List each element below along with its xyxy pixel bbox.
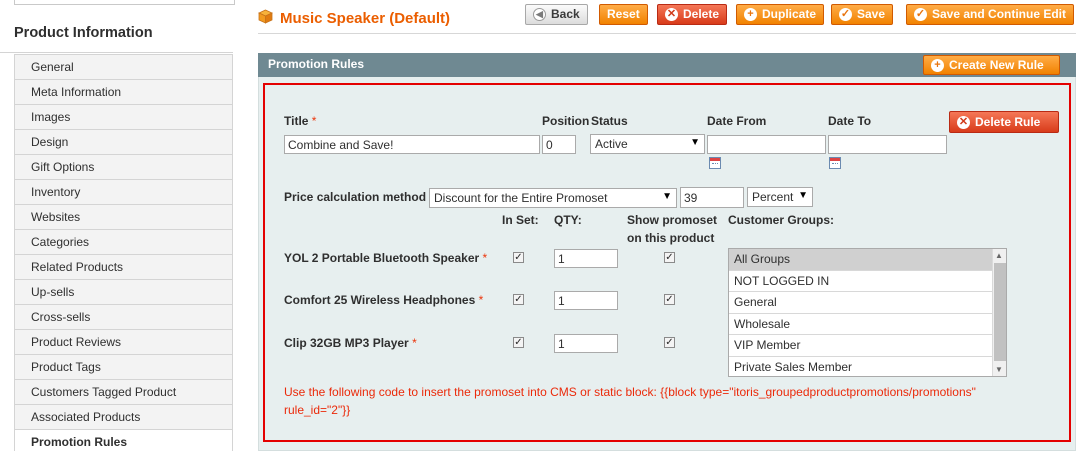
- date-from-label: Date From: [707, 114, 767, 128]
- panel-title: Promotion Rules: [268, 57, 365, 71]
- back-button[interactable]: ◀ Back: [525, 4, 588, 25]
- sidebar-item-websites[interactable]: Websites: [15, 205, 232, 230]
- list-item[interactable]: NOT LOGGED IN: [729, 271, 992, 292]
- duplicate-button[interactable]: + Duplicate: [736, 4, 825, 25]
- product-name: Comfort 25 Wireless Headphones *: [284, 293, 484, 307]
- sidebar-item-cross-sells[interactable]: Cross-sells: [15, 305, 232, 330]
- delete-rule-button[interactable]: ✕ Delete Rule: [949, 111, 1059, 133]
- sidebar-title: Product Information: [14, 25, 153, 41]
- save-button-label: Save: [857, 7, 886, 21]
- sidebar-item-up-sells[interactable]: Up-sells: [15, 280, 232, 305]
- scroll-up-icon[interactable]: ▲: [995, 251, 1003, 260]
- chevron-down-icon: ▼: [662, 191, 672, 202]
- customer-groups-label: Customer Groups:: [728, 213, 835, 227]
- sidebar-item-product-tags[interactable]: Product Tags: [15, 355, 232, 380]
- status-label: Status: [591, 114, 628, 128]
- sidebar-item-related-products[interactable]: Related Products: [15, 255, 232, 280]
- sidebar-tabs: General Meta Information Images Design G…: [14, 54, 233, 451]
- sidebar-item-customers-tagged-product[interactable]: Customers Tagged Product: [15, 380, 232, 405]
- sidebar-item-associated-products[interactable]: Associated Products: [15, 405, 232, 430]
- qty-input[interactable]: [554, 291, 618, 310]
- list-item[interactable]: VIP Member: [729, 335, 992, 357]
- sidebar-item-images[interactable]: Images: [15, 105, 232, 130]
- list-item[interactable]: All Groups: [729, 249, 992, 271]
- title-label: Title *: [284, 114, 317, 128]
- back-arrow-icon: ◀: [533, 8, 546, 21]
- sidebar-divider: [0, 52, 233, 53]
- in-set-checkbox[interactable]: ✓: [513, 252, 524, 263]
- cms-block-code-note: Use the following code to insert the pro…: [284, 385, 976, 417]
- price-method-label: Price calculation method: [284, 190, 427, 204]
- back-button-label: Back: [551, 7, 580, 21]
- date-to-input[interactable]: [828, 135, 947, 154]
- create-new-rule-label: Create New Rule: [949, 57, 1044, 72]
- title-input[interactable]: [284, 135, 540, 154]
- chevron-down-icon: ▼: [690, 137, 700, 148]
- delete-button[interactable]: ✕ Delete: [657, 4, 728, 25]
- customer-groups-listbox[interactable]: All Groups NOT LOGGED IN General Wholesa…: [728, 248, 1007, 377]
- product-name: Clip 32GB MP3 Player *: [284, 336, 417, 350]
- discount-value-input[interactable]: [680, 187, 744, 208]
- chevron-down-icon: ▼: [798, 190, 808, 201]
- product-box-icon: [258, 9, 273, 24]
- sidebar-item-meta-information[interactable]: Meta Information: [15, 80, 232, 105]
- qty-input[interactable]: [554, 249, 618, 268]
- checkmark-icon: ✓: [914, 8, 927, 21]
- save-and-continue-button[interactable]: ✓ Save and Continue Edit: [906, 4, 1075, 25]
- show-promoset-checkbox[interactable]: ✓: [664, 337, 675, 348]
- save-and-continue-label: Save and Continue Edit: [932, 7, 1067, 21]
- product-name: YOL 2 Portable Bluetooth Speaker *: [284, 251, 488, 265]
- list-item[interactable]: General: [729, 292, 992, 314]
- list-item[interactable]: Wholesale: [729, 314, 992, 335]
- qty-header: QTY:: [554, 213, 582, 227]
- position-input[interactable]: [542, 135, 576, 154]
- header-divider: [258, 33, 1076, 34]
- sidebar-item-design[interactable]: Design: [15, 130, 232, 155]
- plus-icon: +: [931, 58, 944, 72]
- calendar-icon[interactable]: [829, 157, 841, 169]
- in-set-header: In Set:: [502, 213, 539, 227]
- date-from-input[interactable]: [707, 135, 826, 154]
- show-promoset-checkbox[interactable]: ✓: [664, 252, 675, 263]
- list-item[interactable]: Private Sales Member: [729, 357, 992, 377]
- sidebar-item-general[interactable]: General: [15, 55, 232, 80]
- delete-x-icon: ✕: [665, 8, 678, 21]
- delete-rule-label: Delete Rule: [975, 114, 1041, 129]
- checkmark-icon: ✓: [839, 8, 852, 21]
- sidebar-item-categories[interactable]: Categories: [15, 230, 232, 255]
- plus-icon: +: [744, 8, 757, 21]
- delete-x-icon: ✕: [957, 115, 970, 129]
- in-set-checkbox[interactable]: ✓: [513, 294, 524, 305]
- sidebar-item-promotion-rules[interactable]: Promotion Rules: [15, 430, 232, 451]
- sidebar-top-box: [14, 0, 235, 5]
- listbox-scrollbar[interactable]: ▲ ▼: [992, 249, 1006, 376]
- calendar-icon[interactable]: [709, 157, 721, 169]
- price-method-select[interactable]: Discount for the Entire Promoset ▼: [429, 188, 677, 208]
- discount-type-select[interactable]: Percent ▼: [747, 187, 813, 207]
- scrollbar-thumb[interactable]: [994, 263, 1006, 361]
- show-promoset-checkbox[interactable]: ✓: [664, 294, 675, 305]
- sidebar-item-gift-options[interactable]: Gift Options: [15, 155, 232, 180]
- status-select[interactable]: Active ▼: [590, 134, 705, 154]
- reset-button[interactable]: Reset: [599, 4, 648, 25]
- in-set-checkbox[interactable]: ✓: [513, 337, 524, 348]
- duplicate-button-label: Duplicate: [762, 7, 817, 21]
- sidebar-item-product-reviews[interactable]: Product Reviews: [15, 330, 232, 355]
- sidebar-item-inventory[interactable]: Inventory: [15, 180, 232, 205]
- create-new-rule-button[interactable]: + Create New Rule: [923, 55, 1060, 75]
- show-promoset-header-line2: on this product: [627, 231, 715, 245]
- scroll-down-icon[interactable]: ▼: [995, 365, 1003, 374]
- page-title: Music Speaker (Default): [280, 10, 451, 27]
- qty-input[interactable]: [554, 334, 618, 353]
- date-to-label: Date To: [828, 114, 872, 128]
- delete-button-label: Delete: [683, 7, 720, 21]
- show-promoset-header-line1: Show promoset: [627, 213, 718, 227]
- save-button[interactable]: ✓ Save: [831, 4, 894, 25]
- position-label: Position: [542, 114, 590, 128]
- reset-button-label: Reset: [607, 7, 640, 21]
